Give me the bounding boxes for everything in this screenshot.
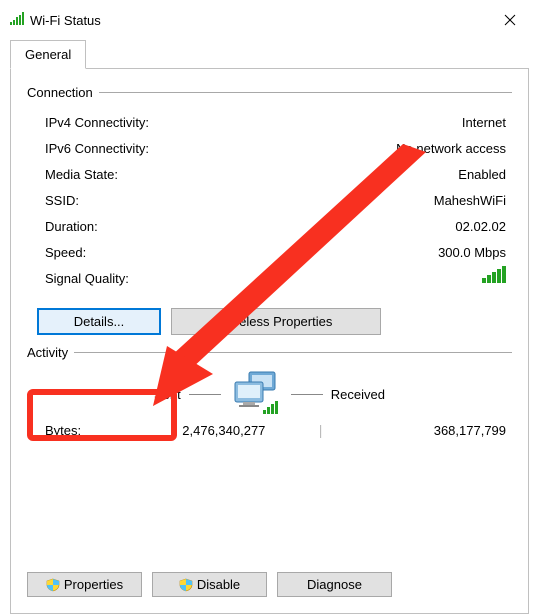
bytes-row: Bytes: 2,476,340,277 | 368,177,799 <box>27 422 512 438</box>
row-ipv4: IPv4 Connectivity: Internet <box>45 110 506 136</box>
diagnose-button[interactable]: Diagnose <box>277 572 392 597</box>
value-ipv6: No network access <box>396 136 506 162</box>
activity-title: Activity <box>27 345 68 360</box>
panel: Connection IPv4 Connectivity: Internet I… <box>10 68 529 614</box>
row-media: Media State: Enabled <box>45 162 506 188</box>
bytes-sent: 2,476,340,277 <box>135 423 313 438</box>
label-speed: Speed: <box>45 240 86 266</box>
tab-general[interactable]: General <box>10 40 86 69</box>
shield-icon <box>46 578 60 592</box>
shield-icon <box>179 578 193 592</box>
received-label: Received <box>331 387 385 402</box>
label-signal-quality: Signal Quality: <box>45 266 129 292</box>
signal-bars-icon <box>482 266 506 292</box>
close-button[interactable] <box>491 5 529 35</box>
bytes-separator: | <box>313 422 329 438</box>
row-ssid: SSID: MaheshWiFi <box>45 188 506 214</box>
label-media: Media State: <box>45 162 118 188</box>
dash-left <box>189 394 221 395</box>
titlebar: Wi-Fi Status <box>0 0 539 40</box>
label-ipv6: IPv6 Connectivity: <box>45 136 149 162</box>
value-ipv4: Internet <box>462 110 506 136</box>
computers-icon <box>229 370 283 418</box>
bytes-label: Bytes: <box>45 423 135 438</box>
activity-visual: Sent <box>27 370 512 418</box>
row-duration: Duration: 02.02.02 <box>45 214 506 240</box>
bytes-received: 368,177,799 <box>328 423 506 438</box>
disable-button[interactable]: Disable <box>152 572 267 597</box>
tab-strip: General <box>0 40 539 69</box>
row-ipv6: IPv6 Connectivity: No network access <box>45 136 506 162</box>
connection-rows: IPv4 Connectivity: Internet IPv6 Connect… <box>27 110 512 292</box>
disable-button-label: Disable <box>197 577 240 592</box>
bottom-button-row: Properties Disable Diagnose <box>27 572 392 597</box>
activity-group: Activity Sent <box>27 345 512 438</box>
value-duration: 02.02.02 <box>455 214 506 240</box>
row-speed: Speed: 300.0 Mbps <box>45 240 506 266</box>
value-media: Enabled <box>458 162 506 188</box>
label-ssid: SSID: <box>45 188 79 214</box>
properties-button-label: Properties <box>64 577 123 592</box>
activity-header: Activity <box>27 345 512 360</box>
connection-title: Connection <box>27 85 93 100</box>
wireless-properties-button[interactable]: Wireless Properties <box>171 308 381 335</box>
row-signal-quality: Signal Quality: <box>45 266 506 292</box>
connection-header: Connection <box>27 85 512 100</box>
connection-group: Connection IPv4 Connectivity: Internet I… <box>27 85 512 335</box>
properties-button[interactable]: Properties <box>27 572 142 597</box>
connection-buttons: Details... Wireless Properties <box>27 308 512 335</box>
divider <box>99 92 512 93</box>
label-ipv4: IPv4 Connectivity: <box>45 110 149 136</box>
wifi-icon <box>10 12 24 28</box>
details-button[interactable]: Details... <box>37 308 161 335</box>
divider <box>74 352 512 353</box>
dash-right <box>291 394 323 395</box>
value-ssid: MaheshWiFi <box>434 188 506 214</box>
window-title: Wi-Fi Status <box>30 13 101 28</box>
label-duration: Duration: <box>45 214 98 240</box>
sent-label: Sent <box>154 387 181 402</box>
diagnose-button-label: Diagnose <box>307 577 362 592</box>
value-speed: 300.0 Mbps <box>438 240 506 266</box>
